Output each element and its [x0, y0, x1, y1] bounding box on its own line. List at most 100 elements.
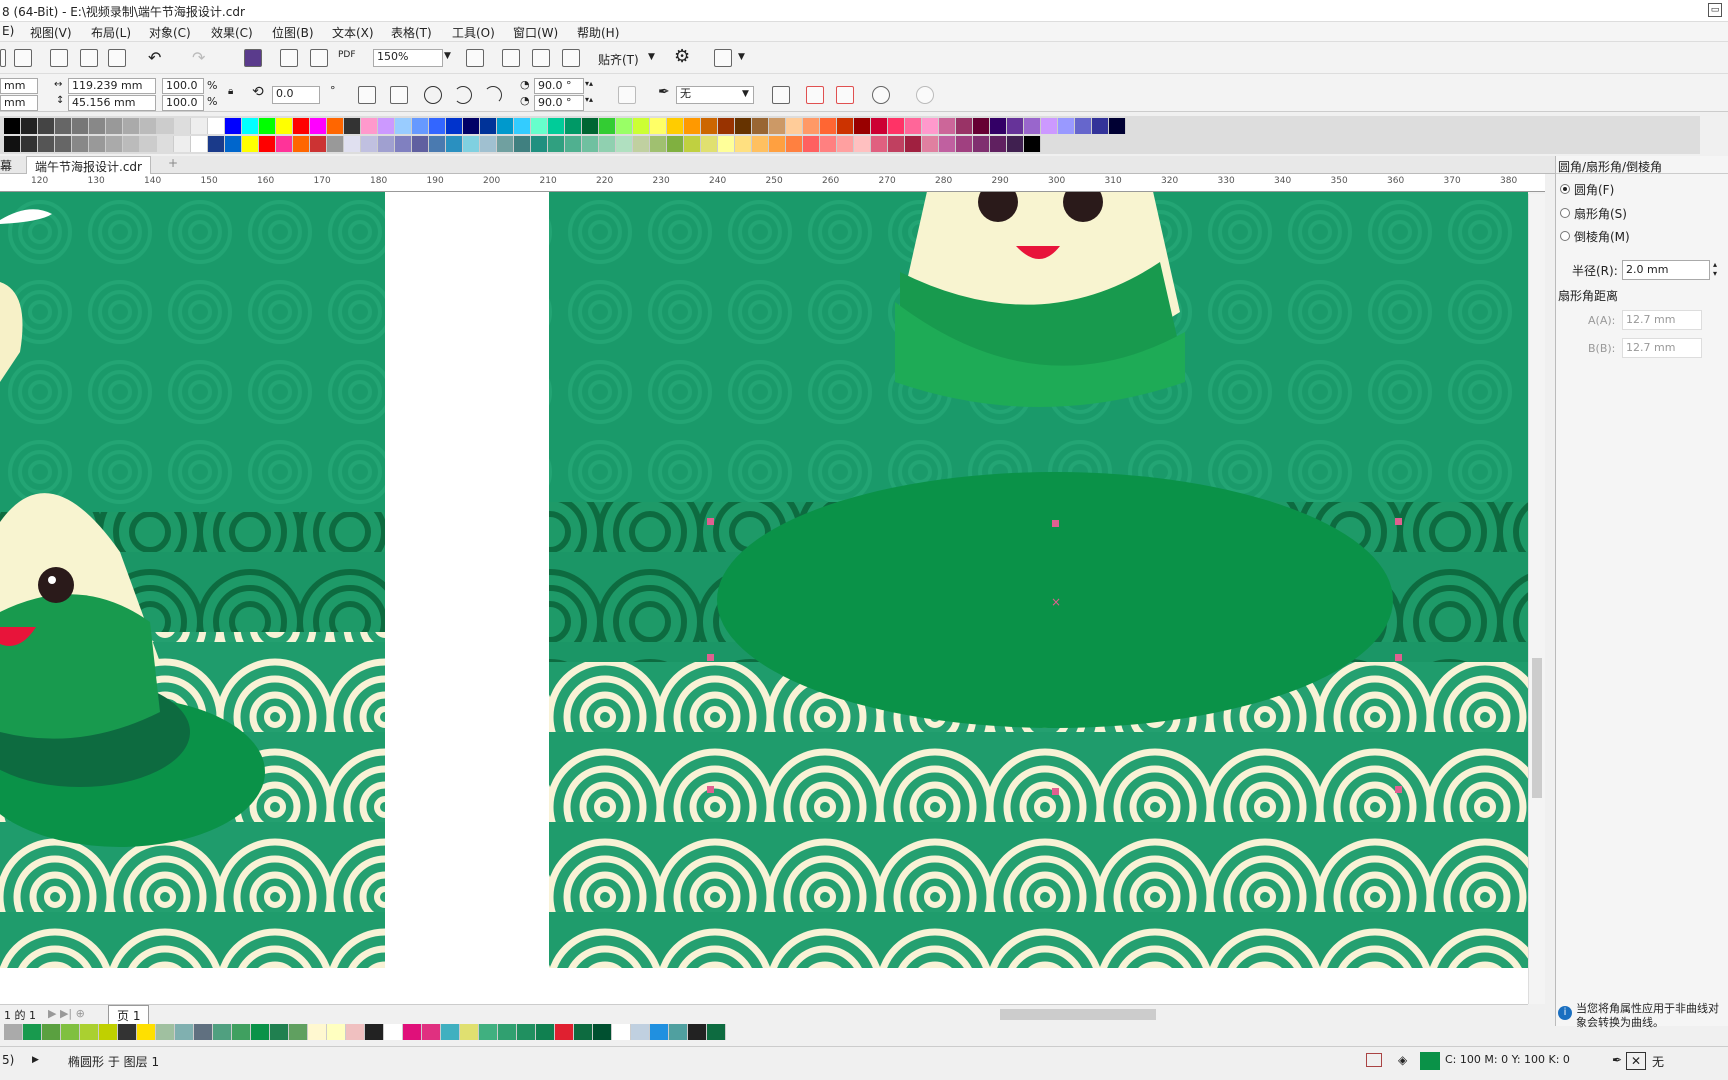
color-swatch[interactable] — [55, 136, 72, 152]
outline-dropdown-icon[interactable]: ▼ — [742, 89, 749, 99]
maximize-icon[interactable]: ▭ — [1708, 3, 1722, 17]
color-swatch[interactable] — [939, 118, 956, 134]
redo-icon[interactable]: ↷ — [192, 48, 205, 67]
color-swatch[interactable] — [574, 1024, 593, 1040]
color-swatch[interactable] — [441, 1024, 460, 1040]
color-swatch[interactable] — [123, 118, 140, 134]
start-angle-spinner[interactable]: ▾▴ — [585, 79, 593, 88]
menu-effects[interactable]: 效果(C) — [211, 24, 253, 41]
launcher-dropdown-icon[interactable]: ▼ — [738, 52, 745, 62]
height-field[interactable]: 45.156 mm — [68, 95, 156, 111]
menu-edit[interactable]: E) — [2, 24, 14, 38]
fill-color-swatch[interactable] — [1420, 1052, 1440, 1070]
color-swatch[interactable] — [616, 136, 633, 152]
color-swatch[interactable] — [514, 136, 531, 152]
color-swatch[interactable] — [446, 118, 463, 134]
color-swatch[interactable] — [565, 118, 582, 134]
color-swatch[interactable] — [548, 136, 565, 152]
color-swatch[interactable] — [429, 136, 446, 152]
color-swatch[interactable] — [395, 136, 412, 152]
color-swatch[interactable] — [194, 1024, 213, 1040]
fillet-radio[interactable] — [1560, 184, 1570, 194]
welcome-tab[interactable]: 幕 — [0, 157, 12, 174]
color-swatch[interactable] — [973, 118, 990, 134]
color-swatch[interactable] — [140, 118, 157, 134]
color-swatch[interactable] — [922, 118, 939, 134]
color-swatch[interactable] — [310, 136, 327, 152]
color-swatch[interactable] — [463, 136, 480, 152]
color-swatch[interactable] — [1109, 118, 1126, 134]
color-swatch[interactable] — [327, 118, 344, 134]
color-swatch[interactable] — [956, 118, 973, 134]
color-swatch[interactable] — [327, 136, 344, 152]
application-launcher-icon[interactable] — [714, 49, 732, 67]
color-swatch[interactable] — [308, 1024, 327, 1040]
lock-ratio-icon[interactable]: 🔒︎ — [228, 86, 233, 97]
color-swatch[interactable] — [208, 118, 225, 134]
undo-icon[interactable]: ↶ — [148, 48, 161, 67]
menu-bitmap[interactable]: 位图(B) — [272, 24, 314, 41]
width-field[interactable]: 119.239 mm — [68, 78, 156, 94]
color-swatch[interactable] — [174, 118, 191, 134]
color-swatch[interactable] — [174, 136, 191, 152]
color-swatch[interactable] — [871, 118, 888, 134]
outline-none-swatch[interactable]: ✕ — [1626, 1052, 1646, 1070]
color-swatch[interactable] — [707, 1024, 726, 1040]
color-swatch[interactable] — [412, 118, 429, 134]
full-screen-icon[interactable] — [466, 49, 484, 67]
color-swatch[interactable] — [208, 136, 225, 152]
color-swatch[interactable] — [599, 118, 616, 134]
end-angle-field[interactable]: 90.0 ° — [534, 95, 584, 111]
color-swatch[interactable] — [242, 118, 259, 134]
end-angle-spinner[interactable]: ▾▴ — [585, 95, 593, 104]
menu-window[interactable]: 窗口(W) — [513, 24, 558, 41]
new-tab-icon[interactable]: + — [168, 156, 178, 170]
color-swatch[interactable] — [157, 136, 174, 152]
menu-table[interactable]: 表格(T) — [391, 24, 432, 41]
color-swatch[interactable] — [735, 136, 752, 152]
color-swatch[interactable] — [232, 1024, 251, 1040]
color-swatch[interactable] — [242, 136, 259, 152]
color-swatch[interactable] — [412, 136, 429, 152]
color-swatch[interactable] — [593, 1024, 612, 1040]
color-swatch[interactable] — [156, 1024, 175, 1040]
color-swatch[interactable] — [21, 118, 38, 134]
color-swatch[interactable] — [251, 1024, 270, 1040]
pie-mode-icon[interactable] — [454, 86, 472, 104]
color-swatch[interactable] — [175, 1024, 194, 1040]
paste-icon[interactable] — [108, 49, 126, 67]
color-swatch[interactable] — [582, 136, 599, 152]
color-swatch[interactable] — [80, 1024, 99, 1040]
color-swatch[interactable] — [365, 1024, 384, 1040]
zoom-select[interactable]: 150% — [373, 49, 443, 67]
color-swatch[interactable] — [536, 1024, 555, 1040]
chamfer-radio[interactable] — [1560, 231, 1570, 241]
color-swatch[interactable] — [555, 1024, 574, 1040]
color-swatch[interactable] — [701, 136, 718, 152]
direction-icon[interactable] — [618, 86, 636, 104]
color-swatch[interactable] — [225, 136, 242, 152]
color-swatch[interactable] — [599, 136, 616, 152]
convert-to-curves-icon[interactable] — [872, 86, 890, 104]
color-swatch[interactable] — [361, 136, 378, 152]
color-swatch[interactable] — [752, 136, 769, 152]
color-swatch[interactable] — [803, 136, 820, 152]
color-swatch[interactable] — [616, 118, 633, 134]
color-swatch[interactable] — [99, 1024, 118, 1040]
open-icon[interactable] — [0, 49, 6, 67]
color-swatch[interactable] — [191, 118, 208, 134]
snap-dropdown-icon[interactable]: ▼ — [648, 52, 655, 62]
color-swatch[interactable] — [888, 136, 905, 152]
color-swatch[interactable] — [55, 118, 72, 134]
color-swatch[interactable] — [157, 118, 174, 134]
color-swatch[interactable] — [463, 118, 480, 134]
color-swatch[interactable] — [888, 118, 905, 134]
horizontal-scrollbar[interactable] — [760, 1004, 1528, 1022]
color-swatch[interactable] — [140, 136, 157, 152]
color-swatch[interactable] — [1007, 136, 1024, 152]
color-swatch[interactable] — [531, 118, 548, 134]
color-swatch[interactable] — [1058, 118, 1075, 134]
color-swatch[interactable] — [612, 1024, 631, 1040]
color-swatch[interactable] — [259, 118, 276, 134]
ellipse-mode-icon[interactable] — [424, 86, 442, 104]
